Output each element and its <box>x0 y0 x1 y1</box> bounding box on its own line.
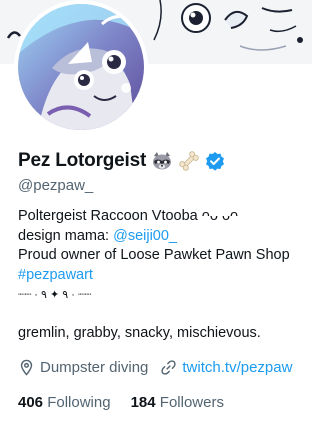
bio-line: ┈┈ · ٩ ✦ ٩ · ┈┈ <box>18 285 306 305</box>
following-link[interactable]: 406 Following <box>18 394 111 411</box>
link-icon <box>161 360 177 375</box>
profile-name-row: Pez Lotorgeist <box>18 148 225 174</box>
display-name: Pez Lotorgeist <box>18 150 147 171</box>
raccoon-icon <box>151 150 173 172</box>
bio-line: Proud owner of Loose Pawket Pawn Shop <box>18 246 306 266</box>
location-item: Dumpster diving <box>18 359 148 376</box>
bio-text: Proud owner of Loose Pawket Pawn Shop <box>18 247 290 263</box>
bio-text: Poltergeist Raccoon Vtooba <box>18 208 198 224</box>
following-label: Following <box>47 394 111 411</box>
profile-meta: Dumpster diving twitch.tv/pezpaw <box>18 359 304 376</box>
website-item[interactable]: twitch.tv/pezpaw <box>160 359 292 376</box>
website-link[interactable]: twitch.tv/pezpaw <box>182 359 292 376</box>
designer-mention-link[interactable]: @seiji00_ <box>113 228 177 244</box>
bio-text: design mama: <box>18 227 114 244</box>
bio-line: Poltergeist Raccoon Vtooba ᴖᴗ ᴗᴖ <box>18 207 306 227</box>
profile-handle: @pezpaw_ <box>18 177 94 194</box>
followers-count: 184 <box>130 394 156 411</box>
followers-link[interactable]: 184 Followers <box>131 394 224 411</box>
followers-label: Followers <box>159 394 224 411</box>
bone-icon <box>178 150 200 172</box>
location-text: Dumpster diving <box>40 359 149 376</box>
bio-text: gremlin, grabby, snacky, mischievous. <box>18 325 261 341</box>
bio-line: design mama: @seiji00_ <box>18 227 306 247</box>
profile-bio: Poltergeist Raccoon Vtooba ᴖᴗ ᴗᴖ design … <box>18 207 306 344</box>
bio-line: #pezpawart <box>18 266 306 286</box>
avatar-image <box>18 4 144 130</box>
verified-badge-icon[interactable] <box>205 151 225 171</box>
bio-spacer <box>18 305 306 325</box>
follow-stats: 406 Following 184 Followers <box>18 394 224 411</box>
bio-kaomoji: ᴖᴗ ᴗᴖ <box>201 208 239 224</box>
bio-line: gremlin, grabby, snacky, mischievous. <box>18 324 306 344</box>
following-count: 406 <box>18 394 44 411</box>
hashtag-link[interactable]: #pezpawart <box>18 267 93 283</box>
avatar[interactable] <box>14 0 148 134</box>
bio-decoration: ┈┈ · ٩ ✦ ٩ · ┈┈ <box>18 289 92 301</box>
location-pin-icon <box>20 359 33 376</box>
